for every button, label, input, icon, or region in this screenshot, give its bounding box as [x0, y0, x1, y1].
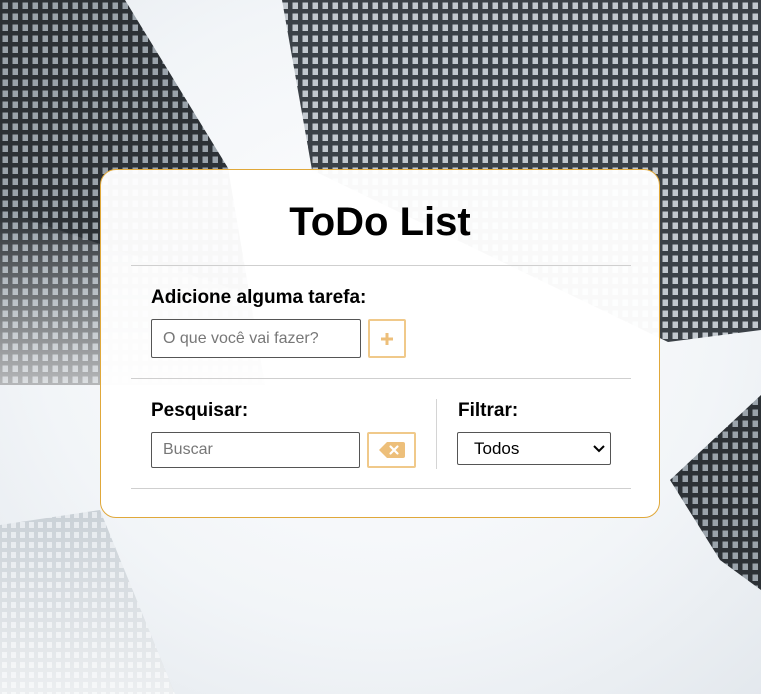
divider	[131, 378, 631, 379]
search-input[interactable]	[151, 432, 360, 468]
add-task-button[interactable]	[368, 319, 406, 358]
page-title: ToDo List	[289, 200, 471, 244]
add-task-label: Adicione alguma tarefa:	[151, 287, 367, 308]
filter-selected-value: Todos	[474, 438, 520, 458]
new-task-input[interactable]	[151, 319, 361, 358]
filter-label: Filtrar:	[458, 400, 519, 421]
search-label: Pesquisar:	[151, 400, 249, 421]
plus-icon	[381, 332, 393, 345]
todo-card: ToDo List Adicione alguma tarefa: Pesqui…	[100, 169, 660, 518]
section-divider	[436, 399, 437, 469]
backspace-icon	[378, 442, 405, 458]
divider	[131, 488, 631, 489]
chevron-down-icon	[593, 445, 605, 453]
divider	[131, 265, 631, 266]
filter-select[interactable]: Todos	[457, 432, 611, 465]
clear-search-button[interactable]	[367, 432, 416, 468]
